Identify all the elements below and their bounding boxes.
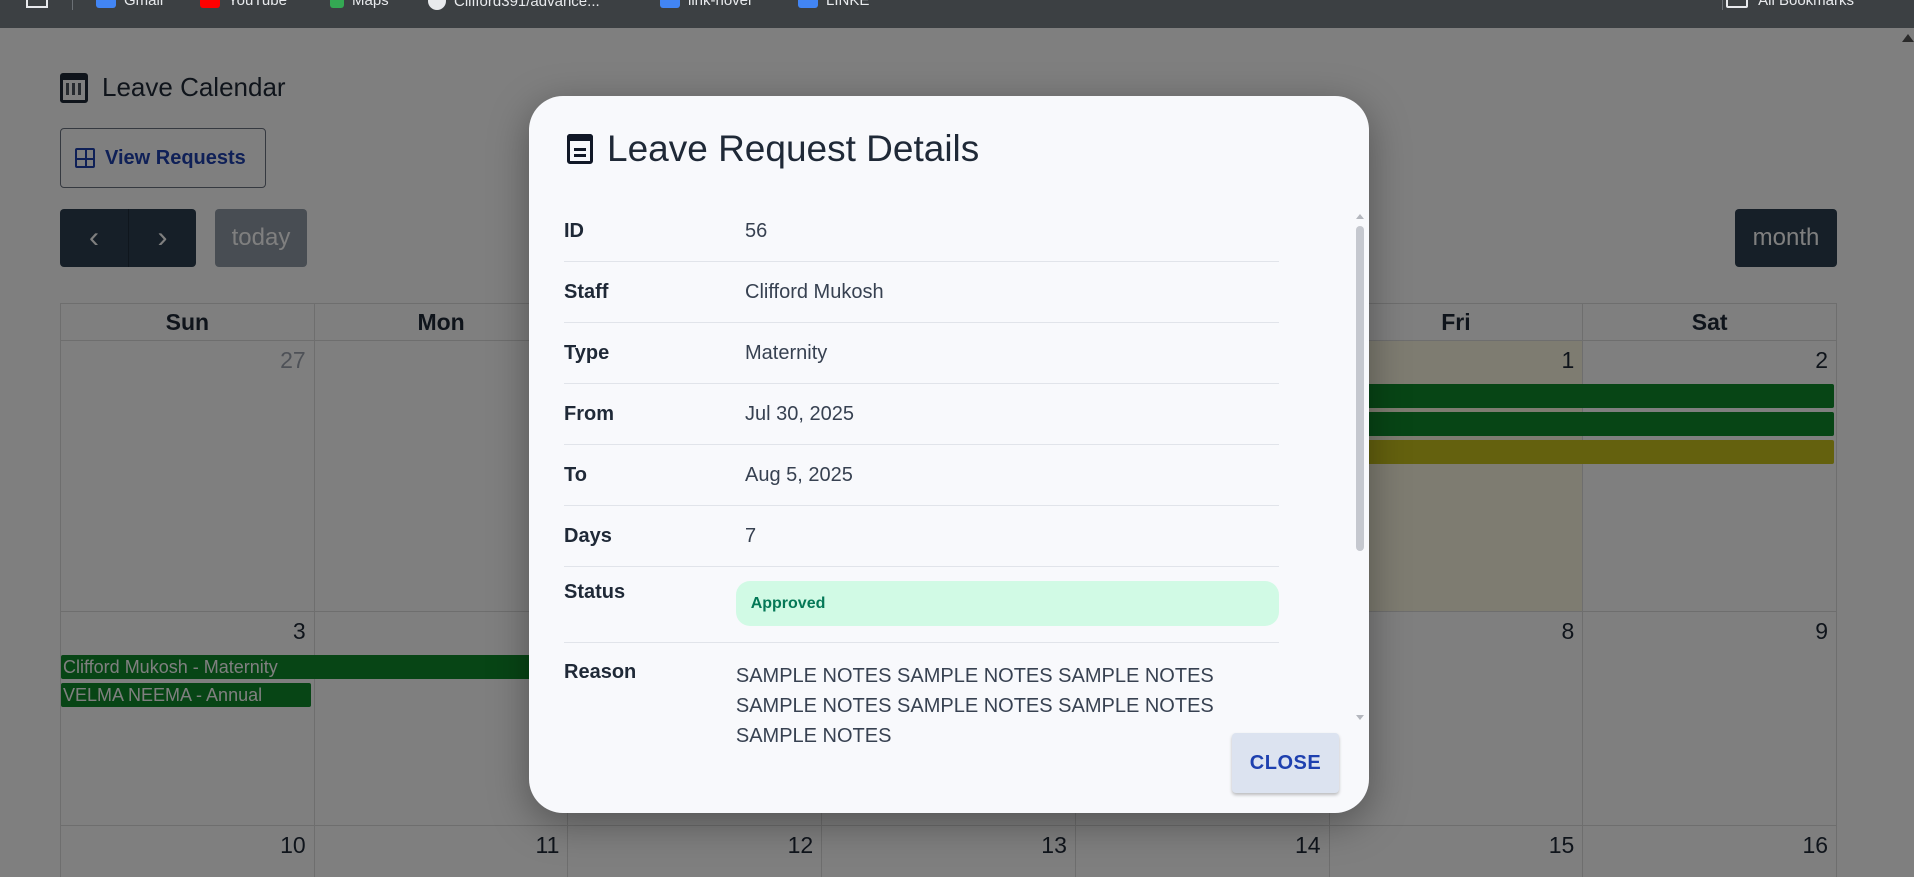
detail-row-days: Days 7 bbox=[564, 506, 1279, 567]
detail-label: ID bbox=[564, 219, 584, 242]
detail-value: 7 bbox=[745, 524, 757, 547]
detail-value: Clifford Mukosh bbox=[745, 280, 884, 303]
detail-row-type: Type Maternity bbox=[564, 323, 1279, 384]
detail-value: Jul 30, 2025 bbox=[745, 402, 854, 425]
detail-value: Maternity bbox=[745, 341, 828, 364]
detail-row-to: To Aug 5, 2025 bbox=[564, 445, 1279, 506]
bookmark-separator bbox=[72, 0, 73, 10]
bookmark-linke[interactable]: LINKE bbox=[798, 0, 869, 9]
detail-label: To bbox=[564, 463, 587, 486]
bookmark-link-novel[interactable]: link-novel bbox=[660, 0, 751, 9]
all-bookmarks-button[interactable]: All Bookmarks bbox=[1726, 0, 1854, 9]
modal-title: Leave Request Details bbox=[607, 128, 980, 169]
modal-scrollbar[interactable] bbox=[1356, 214, 1364, 720]
document-icon bbox=[567, 134, 593, 164]
detail-row-reason: Reason SAMPLE NOTES SAMPLE NOTES SAMPLE … bbox=[564, 643, 1279, 751]
gmail-icon bbox=[96, 0, 116, 8]
bookmark-maps[interactable]: Maps bbox=[330, 0, 389, 9]
detail-row-from: From Jul 30, 2025 bbox=[564, 384, 1279, 445]
modal-header: Leave Request Details bbox=[567, 128, 979, 170]
bookmark-page-icon bbox=[798, 0, 818, 8]
bookmarks-bar: Gmail YouTube Maps Clifford391/advance..… bbox=[0, 0, 1914, 28]
detail-label: Reason bbox=[564, 661, 637, 683]
detail-label: Staff bbox=[564, 280, 609, 303]
bookmark-youtube[interactable]: YouTube bbox=[200, 0, 287, 9]
bookmark-gmail[interactable]: Gmail bbox=[96, 0, 163, 9]
detail-value: Aug 5, 2025 bbox=[745, 463, 853, 486]
folder-icon bbox=[1726, 0, 1749, 8]
youtube-icon bbox=[200, 0, 220, 8]
detail-label: Status bbox=[564, 581, 626, 603]
bookmark-github[interactable]: Clifford391/advance... bbox=[428, 0, 600, 10]
status-badge: Approved bbox=[735, 581, 1279, 626]
detail-label: Type bbox=[564, 341, 610, 364]
scroll-up-arrow-icon[interactable] bbox=[1356, 214, 1364, 219]
maps-icon bbox=[330, 0, 344, 8]
leave-request-modal: Leave Request Details ID 56 Staff Clifford … bbox=[529, 96, 1369, 813]
scroll-down-arrow-icon[interactable] bbox=[1356, 715, 1364, 720]
detail-row-status: Status Approved bbox=[564, 567, 1279, 643]
reason-value: SAMPLE NOTES SAMPLE NOTES SAMPLE NOTES S… bbox=[735, 665, 1214, 747]
apps-grid-icon[interactable] bbox=[26, 0, 48, 8]
bookmark-separator bbox=[1722, 0, 1723, 10]
detail-value: 56 bbox=[745, 219, 768, 242]
detail-row-id: ID 56 bbox=[564, 201, 1279, 262]
close-button[interactable]: CLOSE bbox=[1232, 733, 1339, 793]
github-icon bbox=[428, 0, 446, 10]
detail-label: Days bbox=[564, 524, 612, 547]
detail-label: From bbox=[564, 402, 614, 425]
modal-body: ID 56 Staff Clifford Mukosh Type Maternity Fro… bbox=[564, 201, 1319, 801]
scroll-thumb[interactable] bbox=[1356, 226, 1364, 551]
bookmark-page-icon bbox=[660, 0, 680, 8]
detail-row-staff: Staff Clifford Mukosh bbox=[564, 262, 1279, 323]
